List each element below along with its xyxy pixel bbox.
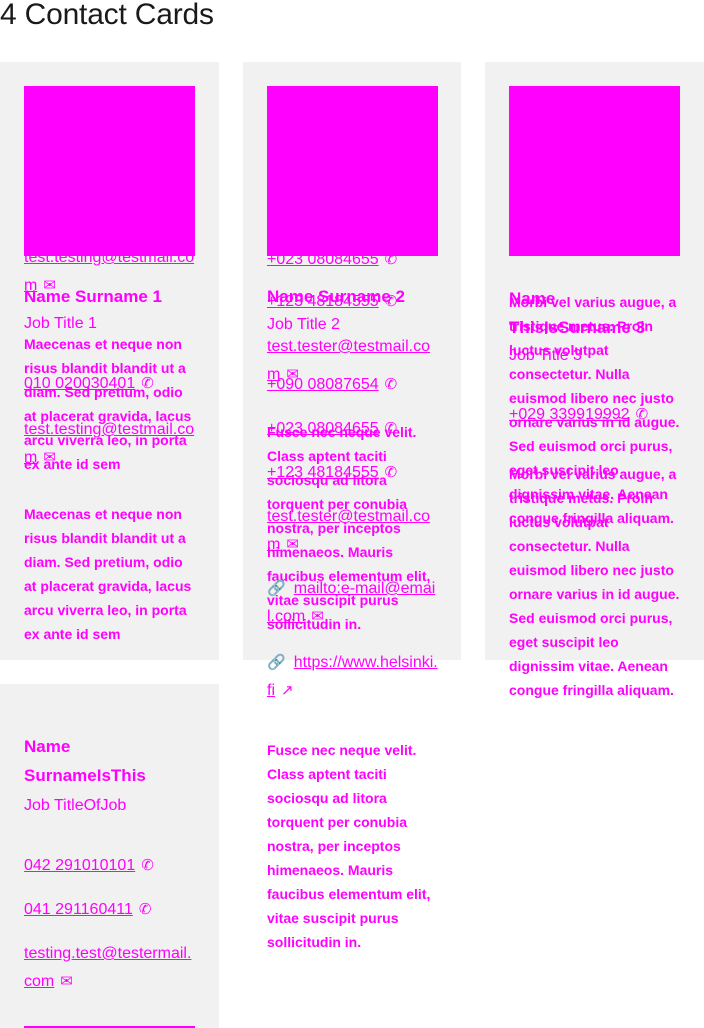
mail-icon: ✉: [311, 608, 324, 625]
card-2-email-link-2[interactable]: test.tester@testmail.com ✉: [267, 503, 439, 559]
mail-icon: ✉: [43, 449, 56, 466]
card-4-name: Name SurnameIsThis: [24, 737, 146, 785]
card-1-email-link[interactable]: test.testing@testmail.com ✉: [24, 416, 196, 472]
card-3-phone-link[interactable]: +029 339919992 ✆: [509, 401, 681, 429]
contact-card-1: test.testing@testmail.com ✉ Name Surname …: [0, 62, 219, 660]
mail-icon: ✉: [286, 536, 299, 553]
phone-icon: ✆: [384, 464, 398, 481]
card-2-phone-a[interactable]: +023 08084655 ✆: [267, 246, 439, 274]
card-2-mailto-link[interactable]: 🔗 mailto:e-mail@email.com ✉: [267, 575, 439, 631]
card-2-phone-e[interactable]: +123 48184555 ✆: [267, 459, 439, 487]
card-3-job-title: Job Title 3: [509, 347, 582, 364]
card-2-url-link[interactable]: 🔗 https://www.helsinki.fi ↗: [267, 649, 439, 705]
mail-icon: ✉: [60, 973, 73, 990]
phone-icon: ✆: [635, 406, 649, 423]
card-3-description-2: Morbi vel varius augue, a tristique metu…: [509, 466, 680, 698]
external-link-icon: ↗: [281, 682, 294, 699]
card-4-email-link[interactable]: testing.test@testermail.com ✉: [24, 940, 196, 996]
phone-icon: ✆: [141, 375, 154, 392]
card-3-photo: [509, 86, 680, 256]
phone-icon: ✆: [384, 376, 398, 393]
card-1-photo: [24, 86, 195, 256]
card-2-photo: [267, 86, 438, 256]
card-2-description-2: Fusce nec neque velit. Class aptent taci…: [267, 742, 431, 950]
phone-icon: ✆: [138, 901, 152, 918]
card-4-job-title: Job TitleOfJob: [24, 797, 127, 814]
phone-icon: ✆: [384, 251, 398, 268]
contact-card-3: Name ThisIsSurname 3 Morbi vel varius au…: [485, 62, 704, 698]
card-2-phone-c[interactable]: +090 08087654 ✆: [267, 371, 439, 399]
phone-icon: ✆: [141, 857, 154, 874]
page-title: 4 Contact Cards: [0, 0, 214, 31]
contact-card-4: Name SurnameIsThis Job TitleOfJob 042 29…: [0, 684, 219, 1028]
card-1-description-2: Maecenas et neque non risus blandit blan…: [24, 506, 192, 642]
card-4-phone-link-2[interactable]: 041 291160411 ✆: [24, 896, 196, 924]
card-1-phone-link[interactable]: 010 020030401 ✆: [24, 370, 196, 398]
card-1-name: Name Surname 1: [24, 287, 162, 306]
link-icon: 🔗: [267, 654, 286, 671]
contact-card-2: +023 08084655 ✆ +123 48184555 ✆ Name Surna…: [243, 62, 461, 950]
link-icon: 🔗: [267, 580, 286, 597]
card-2-name: Name Surname 2: [267, 287, 405, 306]
card-4-phone-link-1[interactable]: 042 291010101 ✆: [24, 852, 196, 880]
